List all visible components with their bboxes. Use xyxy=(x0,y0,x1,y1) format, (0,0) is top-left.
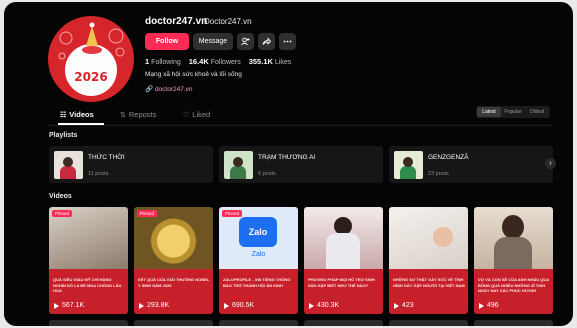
profile-username: doctor247.vn xyxy=(145,16,208,27)
playlist-thumbnail xyxy=(394,151,423,179)
add-friend-icon xyxy=(241,37,250,46)
tab-liked[interactable]: ♡ Liked xyxy=(183,110,210,119)
profile-handle: Doctor247.vn xyxy=(204,17,252,26)
more-options-button[interactable] xyxy=(279,33,296,50)
follow-button[interactable]: Follow xyxy=(145,33,189,50)
video-card-partial[interactable] xyxy=(49,320,128,326)
share-icon xyxy=(262,37,271,46)
share-button[interactable] xyxy=(258,33,275,50)
profile-link-text: doctor247.vn xyxy=(154,86,193,93)
video-card-partial[interactable] xyxy=(474,320,553,326)
avatar-year: 2026 xyxy=(74,70,108,84)
playlist-thumbnail xyxy=(224,151,253,179)
profile-link[interactable]: 🔗 doctor247.vn xyxy=(145,85,193,93)
playlist-count: 23 posts xyxy=(428,171,449,177)
video-card-partial[interactable] xyxy=(134,320,213,326)
play-icon xyxy=(394,302,399,309)
video-caption: Zaloprofile - xin tiếng thông báo trở th… xyxy=(223,277,291,288)
video-views: 293.8K xyxy=(139,302,169,309)
heart-outline-icon: ♡ xyxy=(183,111,190,119)
playlist-thumbnail xyxy=(54,151,83,179)
pinned-badge: Pinned xyxy=(222,210,243,217)
tab-reposts[interactable]: ⇅ Reposts xyxy=(120,110,156,119)
video-card[interactable]: Vợ và con sẻ của anh Nhậu qua bỗng quá n… xyxy=(474,207,553,314)
playlist-count: 6 posts xyxy=(258,171,276,177)
more-dots-icon xyxy=(283,40,292,43)
video-views: 423 xyxy=(394,302,414,309)
add-friend-button[interactable] xyxy=(237,33,254,50)
sort-popular-button[interactable]: Popular xyxy=(501,107,525,117)
video-views: 690.5K xyxy=(224,302,254,309)
sort-latest-button[interactable]: Latest xyxy=(477,107,501,117)
video-card[interactable]: Pinned Quá siêu giàu mỹ chỉ hàng nghìn đ… xyxy=(49,207,128,314)
video-card[interactable]: Pinned Kết quả của giải thưởng Nobel y s… xyxy=(134,207,213,314)
play-icon xyxy=(309,302,314,309)
avatar[interactable]: 2026 xyxy=(48,16,134,102)
playlists-heading: Playlists xyxy=(49,132,78,139)
profile-stats: 1 Following 16.4K Followers 355.1K Likes xyxy=(145,57,291,66)
message-button[interactable]: Message xyxy=(193,33,233,50)
link-icon: 🔗 xyxy=(145,86,154,93)
video-card-partial[interactable] xyxy=(219,320,298,326)
playlist-title: THỨC THỜI xyxy=(88,154,125,161)
playlist-title: TRẠM THƯƠNG AI xyxy=(258,154,316,161)
grid-icon: ☷ xyxy=(60,111,67,119)
video-caption: Quá siêu giàu mỹ chỉ hàng nghìn đô la để… xyxy=(53,277,122,293)
playlist-card[interactable]: TRẠM THƯƠNG AI 6 posts xyxy=(219,146,383,183)
video-caption: Những sự thật gây sốc về tình hình dầy g… xyxy=(393,277,465,288)
playlist-count: 11 posts xyxy=(88,171,109,177)
zalo-wordmark: Zalo xyxy=(251,251,266,258)
play-icon xyxy=(479,302,484,309)
sort-oldest-button[interactable]: Oldest xyxy=(525,107,549,117)
video-caption: Phương pháp mọi hỗ trợ sinh sản gặp biết… xyxy=(308,277,375,288)
profile-bio: Mạng xã hội sức khoẻ và lối sống xyxy=(145,71,242,78)
pinned-badge: Pinned xyxy=(137,210,158,217)
play-icon xyxy=(139,302,144,309)
pinned-badge: Pinned xyxy=(52,210,73,217)
zalo-logo: Zalo xyxy=(239,217,277,247)
video-card[interactable]: Phương pháp mọi hỗ trợ sinh sản gặp biết… xyxy=(304,207,383,314)
video-views: 430.3K xyxy=(309,302,339,309)
likes-stat: 355.1K Likes xyxy=(248,57,292,66)
playlist-card[interactable]: GENZGENZĂ 23 posts xyxy=(389,146,553,183)
videos-heading: Videos xyxy=(49,193,72,200)
video-views: 567.1K xyxy=(54,302,84,309)
video-caption: Vợ và con sẻ của anh Nhậu qua bỗng quá n… xyxy=(478,277,549,293)
sort-toggle: Latest Popular Oldest xyxy=(476,106,550,118)
play-icon xyxy=(224,302,229,309)
video-thumbnail xyxy=(389,207,468,269)
video-card[interactable]: Zalo Zalo Pinned Zaloprofile - xin tiếng… xyxy=(219,207,298,314)
video-card[interactable]: Những sự thật gây sốc về tình hình dầy g… xyxy=(389,207,468,314)
play-icon xyxy=(54,302,59,309)
chevron-right-icon: › xyxy=(549,160,552,167)
tab-videos[interactable]: ☷ Videos xyxy=(60,110,94,119)
playlist-next-button[interactable]: › xyxy=(545,158,556,169)
avatar-illustration xyxy=(58,22,125,96)
repost-icon: ⇅ xyxy=(120,111,126,119)
profile-page: 2026 doctor247.vn Doctor247.vn Follow Me… xyxy=(4,2,573,326)
video-views: 496 xyxy=(479,302,499,309)
following-stat[interactable]: 1 Following xyxy=(145,57,181,66)
playlist-title: GENZGENZĂ xyxy=(428,154,469,161)
video-card-partial[interactable] xyxy=(304,320,383,326)
video-caption: Kết quả của giải thưởng Nobel y sinh năm… xyxy=(138,277,210,288)
playlist-card[interactable]: THỨC THỜI 11 posts xyxy=(49,146,213,183)
followers-stat[interactable]: 16.4K Followers xyxy=(189,57,241,66)
video-card-partial[interactable] xyxy=(389,320,468,326)
tabs-divider xyxy=(48,125,552,126)
